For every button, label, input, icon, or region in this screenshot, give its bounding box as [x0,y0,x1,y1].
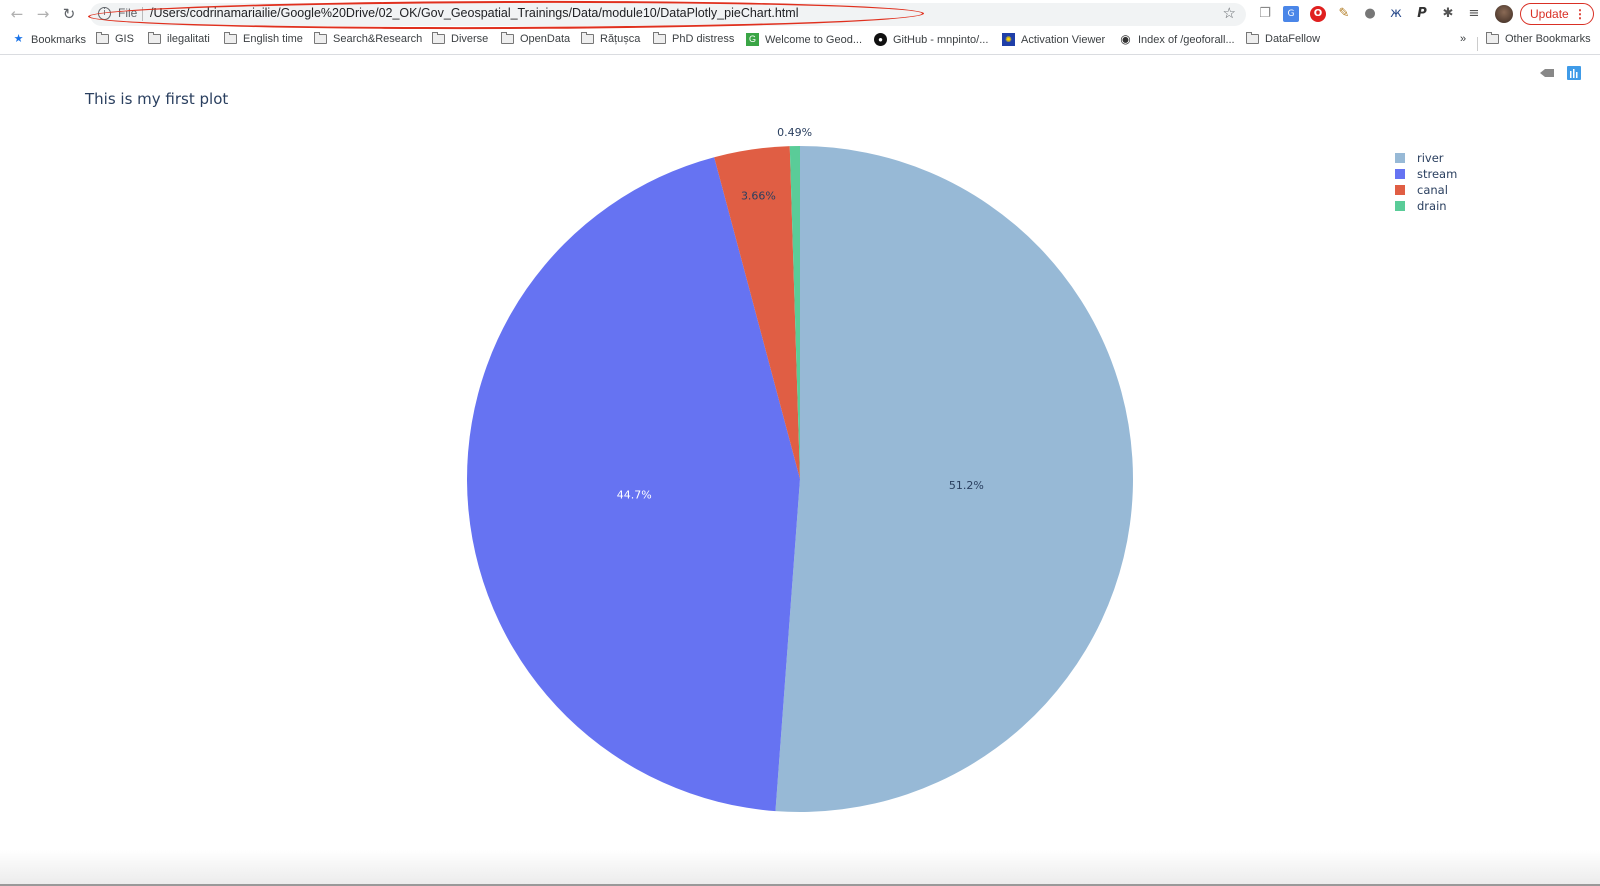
pie-slice-label: 3.66% [741,190,776,203]
legend-item-drain[interactable]: drain [1395,198,1457,214]
pie-slice-label: 44.7% [617,489,652,502]
pie-slice-label: 51.2% [949,479,984,492]
pie-chart: 51.2% 44.7% 3.66% 0.49% [467,126,1134,812]
legend-label: stream [1417,167,1458,181]
legend-swatch [1395,169,1405,179]
chart-legend: river stream canal drain [1395,150,1457,214]
window-bottom-edge [0,850,1600,886]
pie-slice-label: 0.49% [777,126,812,139]
legend-label: drain [1417,199,1447,213]
legend-swatch [1395,201,1405,211]
legend-swatch [1395,153,1405,163]
legend-item-stream[interactable]: stream [1395,166,1457,182]
legend-label: canal [1417,183,1448,197]
legend-item-canal[interactable]: canal [1395,182,1457,198]
legend-item-river[interactable]: river [1395,150,1457,166]
legend-swatch [1395,185,1405,195]
legend-label: river [1417,151,1444,165]
